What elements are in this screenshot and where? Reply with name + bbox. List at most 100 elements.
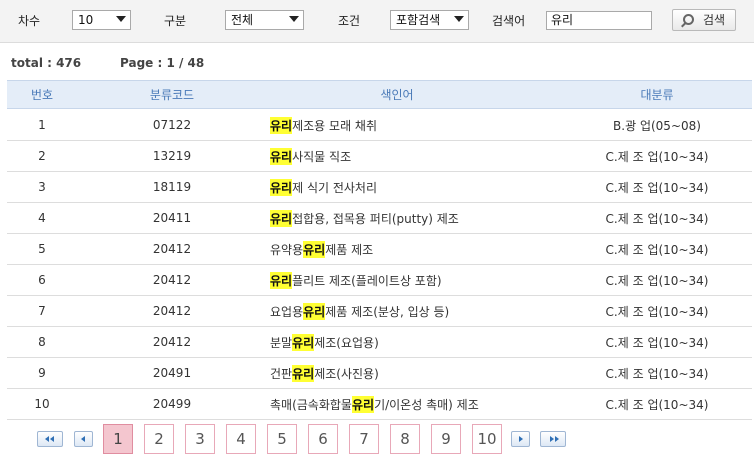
table-row[interactable]: 9 20491 건판 유리 제조(사진용) C.제 조 업(10~34)	[7, 358, 752, 389]
table-row[interactable]: 10 20499 촉매(금속화합물 유리 기/이온성 촉매) 제조 C.제 조 업(10…	[7, 389, 752, 420]
table-row[interactable]: 2 13219 유리 사직물 직조 C.제 조 업(10~34)	[7, 141, 752, 172]
row-number: 2	[38, 149, 46, 163]
row-code: 07122	[152, 118, 192, 132]
double-chevron-right-icon	[550, 436, 554, 442]
page-number-10[interactable]: 10	[472, 424, 502, 454]
prev-page-button[interactable]	[74, 431, 93, 447]
row-category: C.제 조 업(10~34)	[605, 211, 709, 226]
last-page-button[interactable]	[540, 431, 566, 447]
term-suffix: 제 식기 전사처리	[292, 180, 378, 195]
condition-label: 조건	[338, 14, 361, 28]
page-indicator: Page : 1 / 48	[120, 56, 205, 70]
chevron-right-icon	[519, 436, 523, 442]
row-category: C.제 조 업(10~34)	[605, 149, 709, 164]
degree-select-value: 10	[78, 13, 94, 27]
first-page-button[interactable]	[37, 431, 63, 447]
row-code: 20412	[152, 273, 192, 287]
term-highlight: 유리	[270, 116, 293, 134]
term-highlight: 유리	[270, 271, 293, 289]
term-suffix: 제품 제조	[325, 242, 374, 257]
row-index-term: 유리 제조용 모래 채취	[270, 110, 600, 140]
table-row[interactable]: 5 20412 유약용 유리 제품 제조 C.제 조 업(10~34)	[7, 234, 752, 265]
condition-select-value: 포함검색	[396, 13, 441, 27]
page-number-6[interactable]: 6	[308, 424, 338, 454]
header-category: 대분류	[640, 88, 674, 102]
row-category: C.제 조 업(10~34)	[605, 304, 709, 319]
term-prefix: 촉매(금속화합물	[270, 397, 352, 412]
search-button[interactable]: 검색	[672, 9, 736, 31]
term-prefix: 건판	[270, 366, 293, 381]
term-prefix: 분말	[270, 335, 293, 350]
term-prefix: 요업용	[270, 304, 304, 319]
row-category: C.제 조 업(10~34)	[605, 273, 709, 288]
row-category: C.제 조 업(10~34)	[605, 366, 709, 381]
row-category: C.제 조 업(10~34)	[605, 335, 709, 350]
row-code: 13219	[152, 149, 192, 163]
row-index-term: 유리 플리트 제조(플레이트상 포함)	[270, 265, 600, 295]
table-row[interactable]: 8 20412 분말 유리 제조(요업용) C.제 조 업(10~34)	[7, 327, 752, 358]
search-bar: 차수 10 구분 전체 조건 포함검색 검색어 유리 검색	[0, 0, 754, 43]
page-number-5[interactable]: 5	[267, 424, 297, 454]
row-code: 20412	[152, 242, 192, 256]
term-suffix: 접합용, 접목용 퍼티(putty) 제조	[292, 211, 459, 226]
category-select-value: 전체	[231, 13, 254, 27]
pagination: 1 2 3 4 5 6 7 8 9 10	[0, 422, 754, 456]
page-number-9[interactable]: 9	[431, 424, 461, 454]
search-button-label: 검색	[703, 13, 726, 27]
row-index-term: 건판 유리 제조(사진용)	[270, 358, 600, 388]
term-highlight: 유리	[292, 364, 315, 382]
page-number-4[interactable]: 4	[226, 424, 256, 454]
double-chevron-right-icon-part	[555, 436, 559, 442]
row-category: B.광 업(05~08)	[613, 118, 701, 133]
term-suffix: 제조(요업용)	[314, 335, 379, 350]
category-select[interactable]: 전체	[225, 10, 304, 30]
table-row[interactable]: 7 20412 요업용 유리 제품 제조(분상, 입상 등) C.제 조 업(10~34…	[7, 296, 752, 327]
category-label: 구분	[164, 14, 187, 28]
row-code: 18119	[152, 180, 192, 194]
condition-select[interactable]: 포함검색	[390, 10, 469, 30]
row-code: 20491	[152, 366, 192, 380]
term-highlight: 유리	[270, 209, 293, 227]
term-highlight: 유리	[270, 178, 293, 196]
row-index-term: 요업용 유리 제품 제조(분상, 입상 등)	[270, 296, 600, 326]
double-chevron-left-icon-part	[50, 436, 54, 442]
page-number-2[interactable]: 2	[144, 424, 174, 454]
chevron-down-icon	[289, 16, 299, 22]
term-highlight: 유리	[303, 302, 326, 320]
search-icon	[683, 14, 694, 25]
row-number: 6	[38, 273, 46, 287]
search-input[interactable]: 유리	[546, 11, 652, 30]
total-count: total : 476	[11, 56, 82, 70]
row-number: 9	[38, 366, 46, 380]
term-highlight: 유리	[292, 333, 315, 351]
row-number: 5	[38, 242, 46, 256]
row-category: C.제 조 업(10~34)	[605, 242, 709, 257]
degree-select[interactable]: 10	[72, 10, 131, 30]
term-suffix: 사직물 직조	[292, 149, 352, 164]
row-code: 20412	[152, 304, 192, 318]
keyword-label: 검색어	[492, 14, 526, 28]
term-suffix: 제조용 모래 채취	[292, 118, 378, 133]
double-chevron-left-icon	[45, 436, 49, 442]
row-category: C.제 조 업(10~34)	[605, 180, 709, 195]
page-number-7[interactable]: 7	[349, 424, 379, 454]
page-number-1[interactable]: 1	[103, 424, 133, 454]
row-number: 4	[38, 211, 46, 225]
page-number-3[interactable]: 3	[185, 424, 215, 454]
table-row[interactable]: 4 20411 유리 접합용, 접목용 퍼티(putty) 제조 C.제 조 업(10~…	[7, 203, 752, 234]
term-prefix: 유약용	[270, 242, 304, 257]
next-page-button[interactable]	[511, 431, 530, 447]
term-suffix: 제품 제조(분상, 입상 등)	[325, 304, 450, 319]
row-code: 20411	[152, 211, 192, 225]
chevron-down-icon	[116, 16, 126, 22]
chevron-down-icon	[454, 16, 464, 22]
row-number: 1	[38, 118, 46, 132]
page-number-8[interactable]: 8	[390, 424, 420, 454]
header-index-term: 색인어	[380, 88, 414, 102]
table-row[interactable]: 6 20412 유리 플리트 제조(플레이트상 포함) C.제 조 업(10~34)	[7, 265, 752, 296]
row-index-term: 유약용 유리 제품 제조	[270, 234, 600, 264]
table-row[interactable]: 1 07122 유리 제조용 모래 채취 B.광 업(05~08)	[7, 110, 752, 141]
table-row[interactable]: 3 18119 유리 제 식기 전사처리 C.제 조 업(10~34)	[7, 172, 752, 203]
term-highlight: 유리	[270, 147, 293, 165]
row-number: 7	[38, 304, 46, 318]
